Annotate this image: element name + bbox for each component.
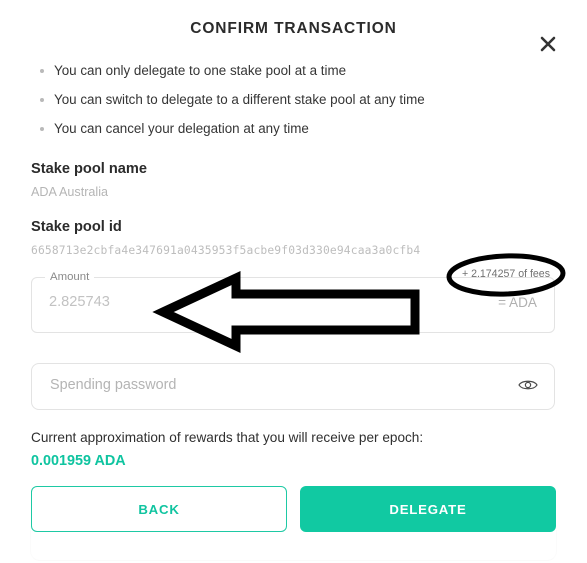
spending-password-field[interactable]: [31, 363, 555, 410]
bullet-dot-icon: [40, 127, 44, 131]
close-icon: [539, 35, 557, 53]
delegate-button[interactable]: DELEGATE: [300, 486, 556, 532]
back-button[interactable]: BACK: [31, 486, 287, 532]
amount-input[interactable]: [49, 294, 429, 310]
stake-pool-name-label: Stake pool name: [31, 161, 147, 177]
close-button[interactable]: [535, 31, 561, 57]
info-bullet-list: You can only delegate to one stake pool …: [40, 61, 540, 148]
list-item: You can cancel your delegation at any ti…: [40, 119, 540, 143]
bullet-text: You can switch to delegate to a differen…: [54, 92, 425, 107]
list-item: You can switch to delegate to a differen…: [40, 90, 540, 114]
stake-pool-id-label: Stake pool id: [31, 219, 122, 235]
amount-unit-label: = ADA: [498, 295, 537, 310]
toggle-password-visibility-button[interactable]: [516, 376, 540, 398]
stake-pool-id-value: 6658713e2cbfa4e347691a0435953f5acbe9f03d…: [31, 244, 421, 257]
confirm-transaction-dialog: CONFIRM TRANSACTION You can only delegat…: [0, 0, 587, 563]
rewards-description: Current approximation of rewards that yo…: [31, 430, 424, 445]
dialog-card-edge: [30, 530, 557, 561]
bullet-dot-icon: [40, 69, 44, 73]
amount-field[interactable]: Amount = ADA: [31, 269, 555, 333]
bullet-dot-icon: [40, 98, 44, 102]
page-title: CONFIRM TRANSACTION: [190, 20, 397, 37]
bullet-text: You can only delegate to one stake pool …: [54, 63, 347, 78]
bullet-text: You can cancel your delegation at any ti…: [54, 121, 309, 136]
eye-icon: [518, 378, 538, 397]
spending-password-input[interactable]: [50, 377, 490, 393]
amount-field-label: Amount: [45, 269, 95, 285]
list-item: You can only delegate to one stake pool …: [40, 61, 540, 85]
stake-pool-name-value: ADA Australia: [31, 185, 109, 199]
dialog-header: CONFIRM TRANSACTION: [0, 18, 587, 52]
rewards-amount: 0.001959 ADA: [31, 453, 126, 469]
